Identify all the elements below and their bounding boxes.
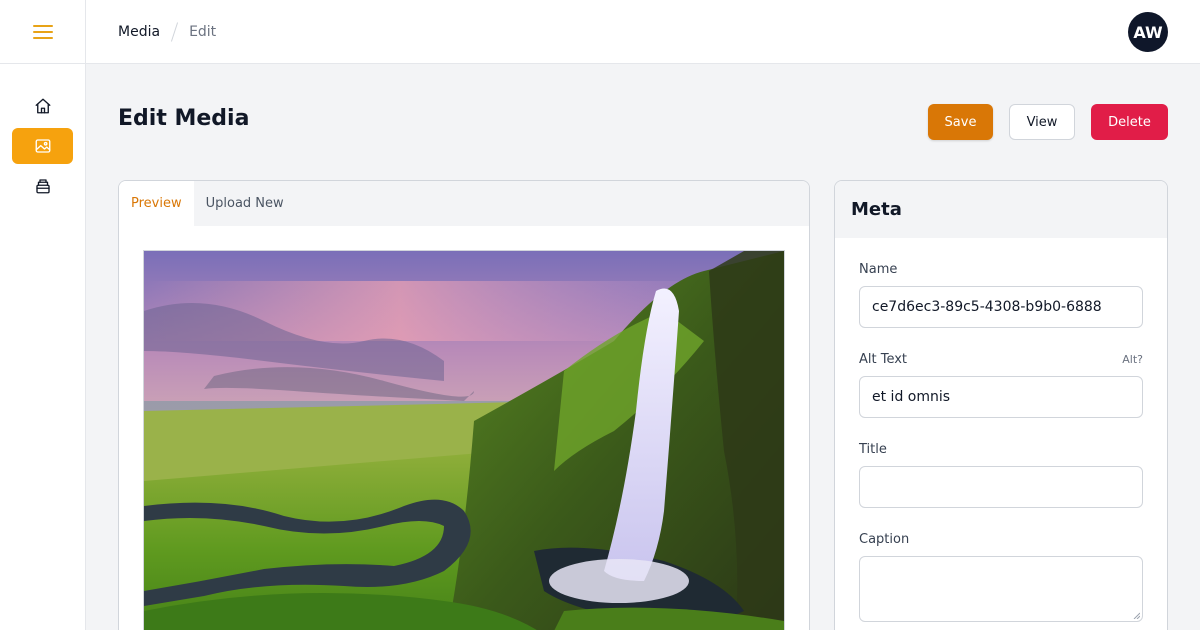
breadcrumb-separator xyxy=(170,21,179,42)
preview-tabs: Preview Upload New xyxy=(119,181,809,226)
resize-grip-icon[interactable] xyxy=(1132,611,1140,619)
breadcrumb: Media Edit xyxy=(118,21,217,42)
media-preview-image xyxy=(143,250,785,630)
preview-card: Preview Upload New xyxy=(118,180,810,630)
home-icon xyxy=(35,98,50,114)
topbar: Media Edit AW xyxy=(86,0,1200,64)
tab-preview[interactable]: Preview xyxy=(119,181,194,226)
sidebar-item-media[interactable] xyxy=(12,128,73,164)
caption-field[interactable] xyxy=(859,556,1143,622)
meta-heading: Meta xyxy=(835,181,1167,238)
tab-upload-new[interactable]: Upload New xyxy=(194,181,296,226)
alt-text-hint[interactable]: Alt? xyxy=(1122,353,1143,366)
delete-button[interactable]: Delete xyxy=(1091,104,1168,140)
alt-text-field[interactable]: et id omnis xyxy=(859,376,1143,418)
sidebar-nav xyxy=(0,64,85,204)
view-button[interactable]: View xyxy=(1009,104,1075,140)
meta-card: Meta Name ce7d6ec3-89c5-4308-b9b0-6888 A… xyxy=(834,180,1168,630)
name-label: Name xyxy=(859,262,898,277)
sidebar-item-home[interactable] xyxy=(12,88,73,124)
breadcrumb-item-edit: Edit xyxy=(189,23,217,40)
hamburger-icon[interactable] xyxy=(32,24,53,39)
page-actions: Save View Delete xyxy=(928,104,1168,140)
title-field[interactable] xyxy=(859,466,1143,508)
archive-icon xyxy=(35,179,50,194)
avatar[interactable]: AW xyxy=(1128,12,1168,52)
alt-text-label: Alt Text xyxy=(859,352,908,367)
breadcrumb-item-media[interactable]: Media xyxy=(118,24,160,40)
image-icon xyxy=(35,139,50,153)
sidebar-header xyxy=(0,0,85,64)
name-field[interactable]: ce7d6ec3-89c5-4308-b9b0-6888 xyxy=(859,286,1143,328)
page-title: Edit Media xyxy=(118,106,250,131)
save-button[interactable]: Save xyxy=(928,104,993,140)
sidebar xyxy=(0,0,86,630)
title-label: Title xyxy=(859,442,887,457)
caption-label: Caption xyxy=(859,532,910,547)
waterfall-landscape-image xyxy=(144,251,784,630)
sidebar-item-archive[interactable] xyxy=(12,168,73,204)
